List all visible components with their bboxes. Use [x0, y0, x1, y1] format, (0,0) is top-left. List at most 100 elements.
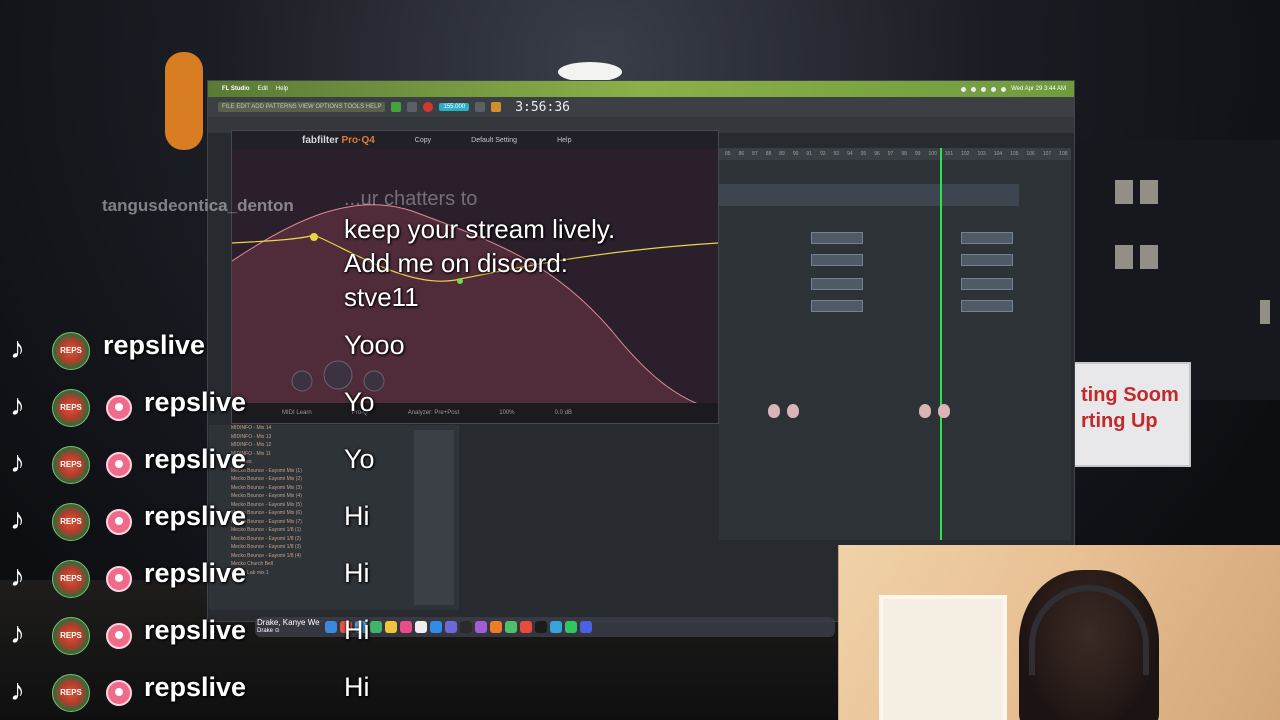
chat-message: ♪ REPS repslive Yo — [0, 377, 420, 433]
eq-band-handle[interactable] — [310, 233, 318, 241]
ruler-tick: 99 — [914, 151, 921, 157]
gifter-badge-icon — [106, 623, 132, 649]
ruler-tick: 98 — [901, 151, 907, 157]
fl-studio-icon[interactable] — [505, 621, 517, 633]
tempo-display[interactable]: 155.000 — [439, 103, 470, 111]
ruler-tick: 102 — [961, 151, 970, 157]
play-button[interactable] — [391, 102, 402, 112]
ruler-tick: 97 — [887, 151, 894, 157]
app-icon[interactable] — [565, 621, 577, 633]
chat-username: repslive — [144, 387, 247, 417]
wifi-icon[interactable] — [991, 86, 997, 92]
app-icon[interactable] — [535, 621, 547, 633]
window-light — [1140, 180, 1158, 204]
chat-message: ♪ REPS repslive Hi — [0, 548, 420, 604]
ruler-tick: 96 — [874, 151, 880, 157]
chat-username: repslive — [144, 501, 247, 531]
playlist-clip[interactable] — [811, 278, 863, 290]
battery-icon[interactable] — [1001, 86, 1007, 92]
gifter-badge-icon — [106, 395, 132, 421]
song-time: 3:56:36 — [515, 99, 570, 115]
tiktok-icon: ♪ — [10, 503, 25, 536]
menubar-app-name[interactable]: FL Studio — [222, 86, 250, 92]
chat-text: Hi — [344, 558, 370, 588]
menubar-edit[interactable]: Edit — [258, 86, 268, 92]
ruler-tick: 92 — [819, 151, 826, 157]
app-icon[interactable] — [460, 621, 472, 633]
stop-button[interactable] — [407, 102, 418, 112]
app-icon[interactable] — [550, 621, 562, 633]
chat-text: Yo — [344, 387, 375, 417]
pink-marker-icon — [919, 404, 931, 418]
menubar-clock[interactable]: Wed Apr 29 3:44 AM — [1011, 86, 1066, 92]
zoom-readout[interactable]: 100% — [499, 410, 514, 416]
chat-username: repslive — [144, 615, 247, 645]
playlist-clip[interactable] — [961, 232, 1013, 244]
macos-menubar: FL Studio Edit Help Wed Apr 29 3:44 AM — [208, 81, 1074, 97]
chat-message: ♪ REPS repslive Hi — [0, 662, 420, 718]
menubar-status: Wed Apr 29 3:44 AM — [961, 86, 1074, 92]
gifter-badge-icon — [106, 509, 132, 535]
gifter-badge-icon — [106, 566, 132, 592]
proq-product: Pro·Q — [341, 134, 370, 146]
proq-copy-button[interactable]: Copy — [415, 137, 431, 144]
fl-main-menu[interactable]: FILE EDIT ADD PATTERNS VIEW OPTIONS TOOL… — [218, 102, 386, 112]
stream-overlay-text: keep your stream lively. Add me on disco… — [344, 212, 615, 314]
overlay-line: keep your stream lively. — [344, 214, 616, 244]
proq-preset[interactable]: Default Setting — [471, 137, 517, 144]
door — [879, 595, 1007, 720]
chat-message: ♪ REPS repslive Hi — [0, 491, 420, 547]
overlay-line: Add me on discord: — [344, 248, 569, 278]
chat-username: repslive — [144, 672, 247, 702]
playlist-clip[interactable] — [811, 300, 863, 312]
app-icon[interactable] — [475, 621, 487, 633]
app-icon[interactable] — [490, 621, 502, 633]
app-store-icon[interactable] — [430, 621, 442, 633]
playlist-clip[interactable] — [811, 254, 863, 266]
proq-help-button[interactable]: Help — [557, 137, 571, 144]
menubar-help[interactable]: Help — [276, 86, 288, 92]
ruler-tick: 107 — [1042, 151, 1052, 157]
status-icon[interactable] — [981, 86, 987, 92]
playlist-clip[interactable] — [961, 300, 1013, 312]
record-button[interactable] — [423, 102, 434, 112]
playlist-clip[interactable] — [811, 232, 863, 244]
tiktok-icon: ♪ — [10, 560, 25, 593]
pattern-lane[interactable] — [719, 184, 1019, 206]
output-gain-readout[interactable]: 0.0 dB — [555, 410, 572, 416]
avatar: REPS — [52, 446, 90, 484]
playlist-ruler[interactable]: 85 86 87 88 89 90 91 92 93 94 95 96 97 98 99 100 101 102 1… — [719, 148, 1071, 160]
chat-text: Hi — [344, 615, 370, 645]
avatar: REPS — [52, 503, 90, 541]
status-icon[interactable] — [961, 86, 967, 92]
avatar: REPS — [52, 674, 90, 712]
ruler-tick: 86 — [738, 151, 745, 157]
billboard-sign: ting Soom rting Up — [1073, 362, 1191, 467]
avatar: REPS — [52, 560, 90, 598]
snap-icon[interactable] — [491, 102, 502, 112]
tiktok-icon: ♪ — [10, 617, 25, 650]
playlist-panel[interactable]: 85 86 87 88 89 90 91 92 93 94 95 96 97 98 99 100 101 102 1… — [719, 148, 1071, 540]
status-icon[interactable] — [971, 86, 977, 92]
channel-rack-strip — [414, 430, 454, 605]
playhead[interactable] — [940, 148, 942, 540]
gifter-badge-icon — [106, 452, 132, 478]
ruler-tick: 103 — [977, 151, 986, 157]
ruler-tick: 105 — [1010, 151, 1019, 157]
vscode-icon[interactable] — [580, 621, 592, 633]
chat-text: Yooo — [344, 330, 405, 360]
chat-message: ♪ REPS repslive Yo — [0, 434, 420, 490]
tiktok-icon: ♪ — [10, 389, 25, 422]
chat-username: repslive — [144, 558, 247, 588]
proq-brand: fabfilter — [302, 134, 339, 146]
metronome-icon[interactable] — [475, 102, 486, 112]
app-icon[interactable] — [520, 621, 532, 633]
app-icon[interactable] — [445, 621, 457, 633]
playlist-clip[interactable] — [961, 254, 1013, 266]
street-light — [558, 62, 622, 82]
playlist-clip[interactable] — [961, 278, 1013, 290]
window-light — [1115, 180, 1133, 204]
orange-toy — [165, 52, 203, 150]
ruler-tick: 90 — [792, 151, 799, 157]
ruler-tick: 104 — [993, 151, 1003, 157]
